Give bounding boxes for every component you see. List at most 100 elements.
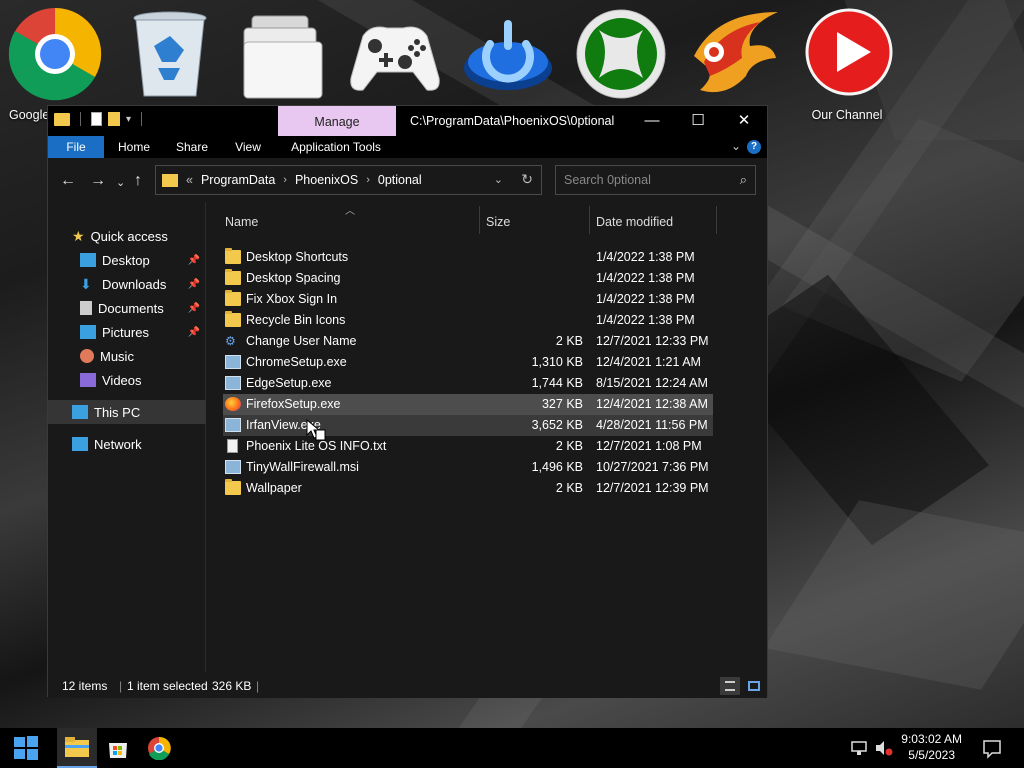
breadcrumb-chevron-icon[interactable]: › bbox=[366, 174, 370, 186]
taskbar-chrome[interactable] bbox=[139, 728, 179, 768]
file-row[interactable]: IrfanView.exe 3,652 KB 4/28/2021 11:56 PM bbox=[223, 415, 713, 436]
divider bbox=[80, 112, 81, 126]
file-row[interactable]: Phoenix Lite OS INFO.txt 2 KB 12/7/2021 1:… bbox=[223, 436, 713, 457]
file-date-modified: 1/4/2022 1:38 PM bbox=[596, 292, 695, 306]
tab-home[interactable]: Home bbox=[114, 136, 154, 158]
file-row[interactable]: Wallpaper 2 KB 12/7/2021 12:39 PM bbox=[223, 478, 713, 499]
file-row[interactable]: Fix Xbox Sign In 1/4/2022 1:38 PM bbox=[223, 289, 713, 310]
chevron-down-icon[interactable]: ▾ bbox=[126, 114, 131, 125]
large-icons-view-button[interactable] bbox=[744, 677, 764, 695]
maximize-button[interactable]: ☐ bbox=[675, 106, 721, 136]
taskbar-microsoft-store[interactable] bbox=[98, 728, 138, 768]
column-divider[interactable] bbox=[589, 206, 590, 234]
divider: | bbox=[256, 679, 260, 693]
file-row[interactable]: ⚙ Change User Name 2 KB 12/7/2021 12:33 PM bbox=[223, 331, 713, 352]
file-name: ChromeSetup.exe bbox=[246, 355, 347, 369]
xbox-icon bbox=[573, 6, 669, 102]
nav-pictures[interactable]: Pictures 📌 bbox=[48, 320, 206, 344]
start-button[interactable] bbox=[6, 728, 46, 768]
address-dropdown-chevron-icon[interactable]: ⌄ bbox=[494, 173, 503, 186]
column-divider[interactable] bbox=[716, 206, 717, 234]
breadcrumb-segment[interactable]: 0ptional bbox=[378, 173, 422, 187]
notification-center-icon[interactable] bbox=[982, 728, 1002, 768]
desktop-icon-folders[interactable] bbox=[232, 6, 332, 108]
column-header-name[interactable]: Name bbox=[225, 206, 258, 238]
address-overflow[interactable]: « bbox=[186, 173, 193, 187]
volume-muted-tray-icon[interactable] bbox=[874, 728, 894, 768]
nav-this-pc[interactable]: This PC bbox=[48, 400, 206, 424]
address-bar[interactable]: « ProgramData › PhoenixOS › 0ptional ⌄ ↻ bbox=[155, 165, 542, 195]
forward-arrow-icon[interactable]: → bbox=[90, 172, 106, 190]
nav-network[interactable]: Network bbox=[48, 432, 206, 456]
column-header-size[interactable]: Size bbox=[486, 206, 510, 238]
phoenix-icon bbox=[686, 6, 782, 102]
file-row[interactable]: Recycle Bin Icons 1/4/2022 1:38 PM bbox=[223, 310, 713, 331]
nav-downloads[interactable]: ⬇ Downloads 📌 bbox=[48, 272, 206, 296]
tab-file[interactable]: File bbox=[48, 136, 104, 158]
tab-view[interactable]: View bbox=[228, 136, 268, 158]
window-title: C:\ProgramData\PhoenixOS\0ptional bbox=[410, 114, 615, 128]
search-placeholder: Search 0ptional bbox=[564, 173, 651, 187]
breadcrumb-segment[interactable]: PhoenixOS bbox=[295, 173, 358, 187]
folder-icon bbox=[162, 173, 178, 187]
recent-locations-chevron-icon[interactable]: ⌄ bbox=[116, 176, 125, 189]
folder-icon bbox=[54, 112, 70, 126]
back-arrow-icon[interactable]: ← bbox=[60, 172, 76, 190]
breadcrumb-segment[interactable]: ProgramData bbox=[201, 173, 275, 187]
shortcut-icon: ⚙ bbox=[225, 334, 236, 348]
pin-icon[interactable]: 📌 bbox=[188, 279, 200, 290]
tab-application-tools[interactable]: Application Tools bbox=[284, 136, 388, 158]
file-row[interactable]: TinyWallFirewall.msi 1,496 KB 10/27/2021 7… bbox=[223, 457, 713, 478]
pin-icon[interactable]: 📌 bbox=[188, 255, 200, 266]
file-name: Change User Name bbox=[246, 334, 357, 348]
nav-label: Documents bbox=[98, 300, 164, 316]
details-view-icon bbox=[725, 681, 735, 691]
refresh-icon[interactable]: ↻ bbox=[521, 171, 533, 188]
desktop-icon-gamepad[interactable] bbox=[345, 6, 445, 108]
file-row[interactable]: Desktop Shortcuts 1/4/2022 1:38 PM bbox=[223, 247, 713, 268]
nav-documents[interactable]: Documents 📌 bbox=[48, 296, 206, 320]
nav-label: Desktop bbox=[102, 252, 150, 268]
close-button[interactable]: ✕ bbox=[721, 106, 767, 136]
properties-icon[interactable] bbox=[91, 112, 102, 126]
nav-quick-access[interactable]: ★ Quick access bbox=[48, 224, 206, 248]
quick-access-toolbar: ▾ bbox=[54, 112, 146, 126]
help-icon[interactable]: ? bbox=[747, 140, 761, 154]
desktop-icon-phoenix[interactable] bbox=[684, 6, 784, 108]
nav-desktop[interactable]: Desktop 📌 bbox=[48, 248, 206, 272]
nav-label: Quick access bbox=[90, 228, 168, 244]
breadcrumb-chevron-icon[interactable]: › bbox=[283, 174, 287, 186]
nav-label: Videos bbox=[102, 372, 142, 388]
pin-icon[interactable]: 📌 bbox=[188, 327, 200, 338]
nav-videos[interactable]: Videos bbox=[48, 368, 206, 392]
up-arrow-icon[interactable]: ↑ bbox=[134, 172, 142, 190]
desktop-icon-power[interactable] bbox=[458, 6, 558, 108]
music-icon bbox=[80, 349, 94, 363]
nav-music[interactable]: Music bbox=[48, 344, 206, 368]
pin-icon[interactable]: 📌 bbox=[188, 303, 200, 314]
system-clock[interactable]: 9:03:02 AM 5/5/2023 bbox=[901, 731, 962, 763]
desktop-icon-our-channel[interactable]: Our Channel bbox=[797, 6, 897, 122]
taskbar-file-explorer[interactable] bbox=[57, 728, 97, 768]
column-header-date-modified[interactable]: Date modified bbox=[596, 206, 673, 238]
search-input[interactable]: Search 0ptional ⌕ bbox=[555, 165, 756, 195]
document-icon bbox=[80, 301, 92, 315]
folders-icon bbox=[234, 6, 330, 102]
tab-share[interactable]: Share bbox=[170, 136, 214, 158]
file-row[interactable]: EdgeSetup.exe 1,744 KB 8/15/2021 12:24 AM bbox=[223, 373, 713, 394]
desktop-icon-xbox[interactable] bbox=[571, 6, 671, 108]
chrome-icon bbox=[148, 736, 171, 760]
file-row[interactable]: Desktop Spacing 1/4/2022 1:38 PM bbox=[223, 268, 713, 289]
tab-manage[interactable]: Manage bbox=[278, 106, 396, 136]
minimize-button[interactable]: — bbox=[629, 106, 675, 136]
application-icon bbox=[225, 355, 241, 369]
file-row[interactable]: FirefoxSetup.exe 327 KB 12/4/2021 12:38 AM bbox=[223, 394, 713, 415]
column-divider[interactable] bbox=[479, 206, 480, 234]
file-row[interactable]: ChromeSetup.exe 1,310 KB 12/4/2021 1:21 AM bbox=[223, 352, 713, 373]
file-size: 1,496 KB bbox=[531, 460, 583, 474]
expand-ribbon-chevron-icon[interactable]: ⌄ bbox=[731, 139, 741, 153]
details-view-button[interactable] bbox=[720, 677, 740, 695]
new-folder-icon[interactable] bbox=[108, 112, 120, 126]
desktop-icon-recycle-bin[interactable] bbox=[120, 6, 220, 108]
network-tray-icon[interactable] bbox=[850, 728, 868, 768]
